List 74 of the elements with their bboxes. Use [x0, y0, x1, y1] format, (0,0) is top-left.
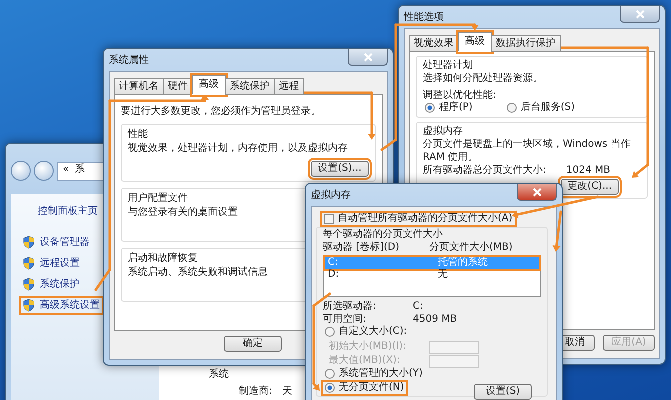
- close-button[interactable]: [517, 184, 557, 201]
- size-input[interactable]: [429, 340, 479, 354]
- field-label: 最大值(MB)(X):: [329, 354, 402, 367]
- radio-option[interactable]: 自定义大小(C):: [323, 326, 410, 338]
- field-label: 初始大小(MB)(I):: [329, 340, 408, 353]
- close-icon: [636, 10, 644, 18]
- tab[interactable]: 硬件: [163, 78, 193, 95]
- info-label: 可用空间:: [323, 313, 368, 326]
- annotation-arrow: [312, 382, 320, 391]
- group-description: 分页文件是硬盘上的一块区域，Windows 当作 RAM 使用。: [423, 138, 632, 164]
- group-description: 视觉效果，处理器计划，内存使用，以及虚拟内存: [128, 142, 348, 155]
- tab[interactable]: 计算机名: [114, 78, 164, 95]
- change-button[interactable]: 更改(C)...: [560, 179, 619, 195]
- tab[interactable]: 视觉效果: [409, 35, 459, 52]
- close-icon: [364, 52, 372, 62]
- breadcrumb-chevron: «: [63, 162, 70, 176]
- shield-icon: [23, 299, 35, 312]
- sidebar-link[interactable]: 高级系统设置: [21, 298, 102, 313]
- radio-option[interactable]: 后台服务(S): [504, 102, 577, 114]
- annotation-arrow: [368, 92, 376, 140]
- dialog-button[interactable]: 确定: [224, 336, 282, 352]
- forward-button[interactable]: [34, 161, 54, 181]
- dialog-title: 性能选项: [404, 10, 444, 24]
- group-title: 虚拟内存: [423, 125, 463, 138]
- section-heading: 系统: [209, 368, 229, 381]
- tab[interactable]: 高级: [192, 75, 226, 95]
- back-button[interactable]: [11, 161, 31, 181]
- auto-manage-checkbox[interactable]: 自动管理所有驱动器的分页文件大小(A): [322, 213, 515, 225]
- close-button[interactable]: [620, 6, 660, 23]
- sidebar-link[interactable]: 设备管理器: [21, 235, 92, 250]
- total-size-label: 所有驱动器总分页文件大小:: [423, 164, 546, 177]
- dialog-title: 虚拟内存: [311, 188, 351, 202]
- field-value: 天: [282, 385, 292, 398]
- dialog-title: 系统属性: [109, 54, 149, 67]
- group-description: 与您登录有关的桌面设置: [128, 206, 238, 219]
- tab[interactable]: 远程: [274, 78, 304, 95]
- group-title: 处理器计划: [423, 59, 473, 72]
- shield-icon: [23, 236, 35, 249]
- drive-row[interactable]: D: 无: [325, 269, 539, 281]
- sidebar-home-link[interactable]: 控制面板主页: [36, 204, 100, 219]
- group-title: 启动和故障恢复: [128, 252, 198, 265]
- radio-option[interactable]: 程序(P): [423, 102, 475, 114]
- shield-icon: [23, 278, 35, 291]
- column-header: 分页文件大小(MB): [429, 241, 513, 254]
- set-button[interactable]: 设置(S): [474, 384, 532, 400]
- admin-notice: 要进行大多数更改，您必须作为管理员登录。: [121, 105, 321, 118]
- info-label: 所选驱动器:: [323, 300, 378, 313]
- tab[interactable]: 高级: [458, 32, 492, 52]
- info-value: C:: [413, 300, 424, 313]
- field-label: 制造商:: [239, 385, 272, 398]
- close-icon: [532, 188, 542, 196]
- prompt-text: 调整以优化性能:: [423, 89, 496, 102]
- close-button[interactable]: [348, 49, 388, 66]
- group-description: 选择如何分配处理器资源。: [423, 72, 543, 85]
- annotation-arrow: [632, 164, 650, 178]
- breadcrumb-text: 系: [75, 162, 86, 176]
- annotation-arrow: [471, 24, 479, 31]
- radio-option[interactable]: 系统管理的大小(Y): [323, 368, 425, 380]
- group-title: 每个驱动器的分页文件大小: [323, 228, 443, 241]
- radio-option[interactable]: 无分页文件(N): [323, 382, 406, 394]
- group-title: 用户配置文件: [128, 192, 188, 205]
- column-header: 驱动器 [卷标](D): [323, 241, 400, 254]
- group-title: 性能: [128, 128, 148, 141]
- shield-icon: [23, 257, 35, 270]
- group-description: 系统启动、系统失败和调试信息: [128, 266, 268, 279]
- tab[interactable]: 系统保护: [225, 78, 275, 95]
- tab[interactable]: 数据执行保护: [491, 35, 561, 52]
- size-input[interactable]: [429, 354, 479, 368]
- sidebar-link[interactable]: 系统保护: [21, 277, 82, 292]
- total-size-value: 1024 MB: [566, 164, 610, 177]
- info-value: 4509 MB: [413, 313, 458, 326]
- annotation-arrow: [201, 94, 209, 102]
- sidebar-link[interactable]: 远程设置: [21, 256, 82, 271]
- settings-button[interactable]: 设置(S)...: [311, 161, 369, 177]
